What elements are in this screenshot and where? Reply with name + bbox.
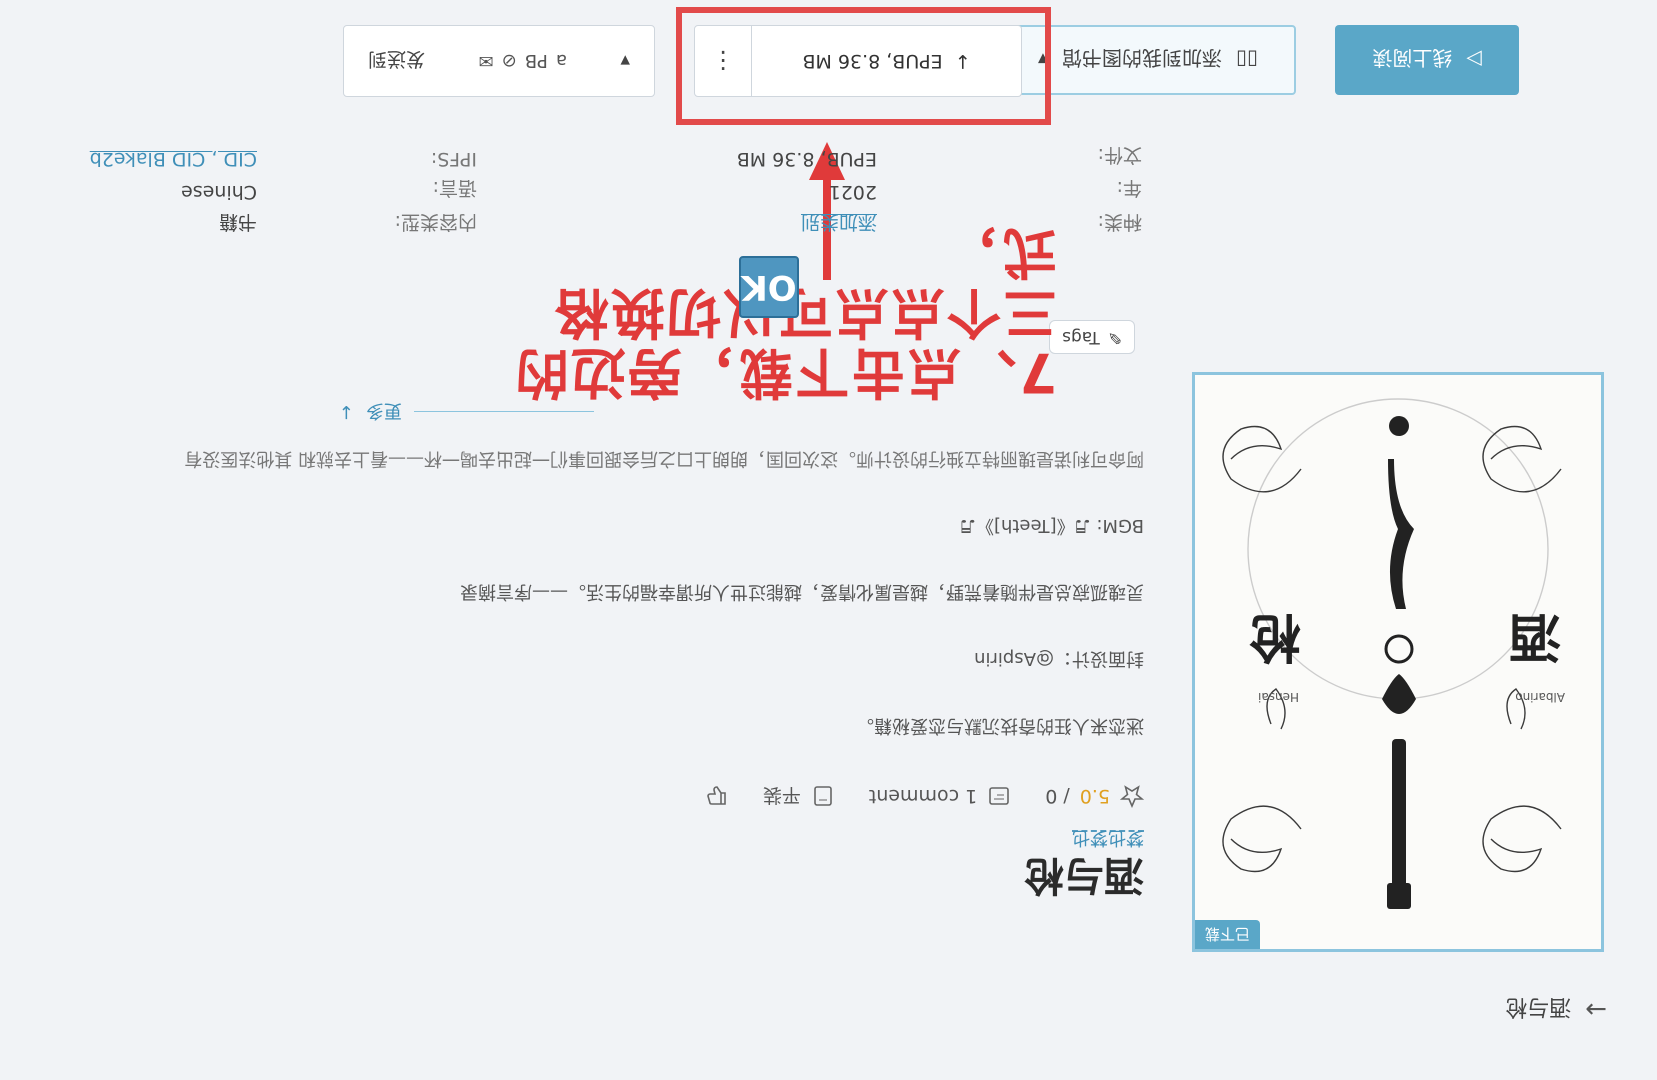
dislike-button[interactable]: [705, 785, 729, 809]
download-button[interactable]: ↓ EPUB, 8.36 MB ⋮: [694, 25, 1022, 97]
comment-icon: [987, 785, 1011, 809]
cover-sub-left: Albarino: [1515, 690, 1565, 704]
page-stage: → 酒与枪 酒 枪 Albarino Hensai 已下载 酒与枪 梦也梦也 5…: [0, 0, 1657, 1080]
language-value: Chinese: [181, 181, 257, 203]
category-value[interactable]: 添加类别: [801, 210, 877, 237]
download-format-menu-button[interactable]: ⋮: [695, 26, 752, 96]
annotation-line-1: 7、点击下载，旁边的: [513, 341, 1057, 404]
comments-count: 1 comment: [868, 785, 978, 808]
rating[interactable]: 5.0 / 0: [1045, 785, 1144, 809]
rating-value: 5.0: [1079, 785, 1110, 808]
file-value: EPUB, 8.36 MB: [736, 148, 877, 170]
breadcrumb[interactable]: → 酒与枪: [1505, 993, 1607, 1025]
chevron-down-icon: ↓: [338, 401, 354, 423]
share-icon: ⊘: [501, 50, 517, 72]
language-label: 语言:: [432, 177, 477, 199]
send-to-label: 发送到: [368, 48, 426, 71]
book-icon: [811, 785, 835, 809]
tags-button[interactable]: ✎ Tags: [1049, 320, 1135, 354]
send-targets-label: PB: [524, 50, 548, 72]
stats-row: 5.0 / 0 1 comment 平装: [705, 783, 1144, 810]
author-link[interactable]: 梦也梦也: [1072, 826, 1144, 852]
cover-word-left: 酒: [1508, 606, 1561, 667]
pencil-icon: ✎: [1107, 327, 1122, 347]
quality-label: 平装: [762, 784, 801, 806]
download-label: EPUB, 8.36 MB: [802, 50, 943, 72]
send-extra-icon: a: [555, 50, 567, 72]
download-icon: ↓: [954, 50, 971, 72]
send-targets: a PB ⊘ ✉: [479, 51, 567, 72]
description-line-2: 封面设计：@Aspirin: [974, 648, 1144, 669]
content-type-label: 内容类型:: [394, 211, 477, 233]
year-value: 2021: [828, 181, 877, 203]
ok-badge: OK: [739, 256, 799, 318]
arrow-right-icon: →: [1585, 994, 1607, 1024]
download-main[interactable]: ↓ EPUB, 8.36 MB: [752, 50, 1021, 72]
file-label: 文件:: [1097, 144, 1142, 166]
play-icon: ▷: [1466, 48, 1482, 72]
ipfs-value[interactable]: CID , CID Blake2b: [90, 148, 257, 170]
mail-icon: ✉: [478, 50, 494, 72]
thumbs-down-icon: [705, 785, 729, 809]
description-line-4: BGM: ♬《[Teeth]》♬: [959, 515, 1144, 536]
bookshelf-icon: ▯▯: [1236, 48, 1259, 72]
rating-count: / 0: [1045, 785, 1070, 808]
more-label: 更多: [366, 400, 402, 421]
read-online-button[interactable]: ▷ 线上阅读: [1335, 25, 1519, 95]
quality[interactable]: 平装: [763, 783, 835, 810]
read-online-label: 线上阅读: [1372, 46, 1453, 71]
content-type-value: 书籍: [218, 211, 257, 233]
breadcrumb-label: 酒与枪: [1505, 994, 1572, 1019]
comments[interactable]: 1 comment: [869, 785, 1011, 809]
cover-sub-right: Hensai: [1258, 690, 1299, 704]
send-to-button[interactable]: ▾ a PB ⊘ ✉ 发送到: [343, 25, 655, 97]
tags-label: Tags: [1062, 327, 1100, 347]
description-line-3: 灵魂孤寂总是伴随着荒野，越是属化情爱，越能过世人所谓幸福的生活。——序言摘录: [460, 581, 1144, 602]
cover-word-right: 枪: [1248, 606, 1301, 667]
ipfs-label: IPFS:: [430, 148, 477, 170]
star-icon: [1120, 785, 1144, 809]
category-label: 种类:: [1097, 211, 1142, 233]
book-title: 酒与枪: [1024, 852, 1144, 899]
more-divider: [414, 411, 594, 413]
add-to-library-label: 添加到我的图书馆: [1062, 46, 1223, 71]
downloaded-badge: 已下载: [1195, 920, 1261, 949]
description-line-5: 阿命可利诺是瑰丽特立独行的设计师。这次回国，朗朗上口之后会跟回事们一起出去喝一杯…: [184, 448, 1144, 469]
caret-down-icon: ▾: [620, 50, 630, 72]
book-cover[interactable]: 酒 枪 Albarino Hensai 已下载: [1192, 372, 1604, 952]
year-label: 年:: [1116, 177, 1142, 199]
description-line-1: 迷恋来人狂的奇技沉默与恋爱秘籍。: [856, 715, 1144, 736]
